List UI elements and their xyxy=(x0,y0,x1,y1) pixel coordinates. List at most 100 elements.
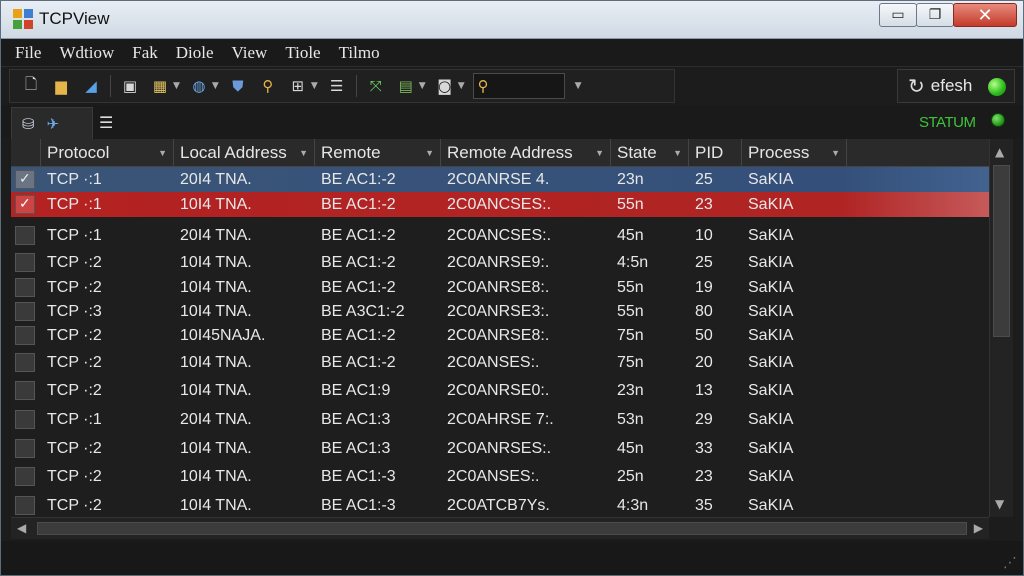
header-pid[interactable]: PID xyxy=(689,139,742,167)
window-title: TCPView xyxy=(39,9,110,28)
menu-view[interactable]: View xyxy=(232,43,268,63)
maximize-button[interactable]: ❐ xyxy=(916,3,954,27)
view-tab-bar: ⛁ ✈ ☰ STATUM xyxy=(1,105,1023,139)
list-view-icon[interactable]: ☰ xyxy=(99,113,113,132)
connections-table[interactable]: Protocol ▼ Local Address ▼ Remote ▼ Remote … xyxy=(11,139,989,517)
row-checkbox[interactable] xyxy=(15,326,35,345)
menu-file[interactable]: File xyxy=(15,43,41,63)
header-remote-address[interactable]: Remote Address ▼ xyxy=(441,139,611,167)
search-input[interactable]: ⚲ xyxy=(472,73,565,99)
cell-local: 20I4 TNA. xyxy=(180,410,252,428)
sort-arrow-icon[interactable]: ▼ xyxy=(158,148,167,158)
table-row[interactable]: TCP ·:3 10I4 TNA. BE A3C1:-2 2C0ANRSE3:. 55n… xyxy=(11,299,989,324)
cell-raddr: 2C0ANRSE3:. xyxy=(447,302,550,320)
scroll-down-icon[interactable]: ▼ xyxy=(995,497,1004,511)
title-bar[interactable]: TCPView ▭ ❐ ✕ xyxy=(1,1,1023,39)
cell-raddr: 2C0ANRSE8:. xyxy=(447,326,550,344)
tab-connections[interactable]: ⛁ ✈ xyxy=(11,107,93,139)
menu-tilmo[interactable]: Tilmo xyxy=(339,43,380,63)
table-row[interactable]: TCP ·:2 10I4 TNA. BE AC1:-2 2C0ANSES:. 75n 20… xyxy=(11,350,989,375)
app-window: TCPView ▭ ❐ ✕ File Wdtiow Fak Diole View… xyxy=(0,0,1024,576)
row-checkbox[interactable] xyxy=(15,278,35,297)
search-icon[interactable]: ⚲ xyxy=(257,75,279,97)
resize-grip-icon[interactable]: ⋰ xyxy=(1003,555,1017,571)
magnify-icon[interactable]: ◍ xyxy=(188,75,210,97)
table-row[interactable]: TCP ·:2 10I4 TNA. BE AC1:9 2C0ANRSE0:. 23n 13… xyxy=(11,378,989,403)
grid-icon[interactable]: ▦ xyxy=(149,75,171,97)
search-dropdown-icon[interactable]: ▼ xyxy=(575,81,582,91)
row-checkbox[interactable] xyxy=(15,496,35,515)
menu-tiole[interactable]: Tiole xyxy=(285,43,320,63)
tools-icon[interactable]: ▤ xyxy=(395,75,417,97)
table-row[interactable]: TCP ·:2 10I4 TNA. BE AC1:-3 2C0ATCB7Ys. 4:3n… xyxy=(11,493,989,517)
cell-process: SaKIA xyxy=(748,439,794,457)
network-icon[interactable]: ⊞ xyxy=(287,75,309,97)
refresh-button[interactable]: ↻ efesh xyxy=(897,69,1015,103)
sort-arrow-icon[interactable]: ▼ xyxy=(831,148,840,158)
close-button[interactable]: ✕ xyxy=(953,3,1017,27)
scroll-right-icon[interactable]: ▶ xyxy=(974,521,983,535)
header-local-address[interactable]: Local Address ▼ xyxy=(174,139,315,167)
cell-pid: 10 xyxy=(695,226,713,244)
table-row[interactable]: TCP ·:2 10I4 TNA. BE AC1:-3 2C0ANSES:. 25n 23… xyxy=(11,464,989,489)
row-checkbox[interactable] xyxy=(15,439,35,458)
header-remote[interactable]: Remote ▼ xyxy=(315,139,441,167)
menu-diole[interactable]: Diole xyxy=(176,43,214,63)
sort-arrow-icon[interactable]: ▼ xyxy=(673,148,682,158)
new-file-icon[interactable]: 🗋 xyxy=(20,75,42,97)
lock-icon[interactable]: ⛊ xyxy=(227,75,249,97)
row-checkbox[interactable] xyxy=(15,467,35,486)
row-checkbox[interactable] xyxy=(15,302,35,321)
chevron-down-icon[interactable]: ▼ xyxy=(212,81,219,91)
sort-arrow-icon[interactable]: ▼ xyxy=(299,148,308,158)
cell-pid: 29 xyxy=(695,410,713,428)
vertical-scroll-thumb[interactable] xyxy=(993,165,1010,337)
share-icon[interactable]: ⤧ xyxy=(365,75,387,97)
menu-fak[interactable]: Fak xyxy=(132,43,158,63)
list-icon[interactable]: ☰ xyxy=(326,75,348,97)
header-state[interactable]: State ▼ xyxy=(611,139,689,167)
minimize-button[interactable]: ▭ xyxy=(879,3,917,27)
table-row[interactable]: TCP ·:2 10I4 TNA. BE AC1:-2 2C0ANRSE8:. 55n 1… xyxy=(11,275,989,300)
chevron-down-icon[interactable]: ▼ xyxy=(419,81,426,91)
row-checkbox[interactable] xyxy=(15,410,35,429)
vertical-scrollbar[interactable]: ▲ ▼ xyxy=(989,139,1013,517)
cell-remote: BE AC1:3 xyxy=(321,410,391,428)
horizontal-scrollbar[interactable]: ◀ ▶ xyxy=(11,517,989,539)
monitor-icon[interactable]: ◙ xyxy=(434,75,456,97)
table-row[interactable]: TCP ·:2 10I4 TNA. BE AC1:3 2C0ANRSES:. 45n 33… xyxy=(11,436,989,461)
menu-window[interactable]: Wdtiow xyxy=(59,43,114,63)
row-checkbox[interactable] xyxy=(15,226,35,245)
table-row[interactable]: TCP ·:1 10I4 TNA. BE AC1:-2 2C0ANCSES:. 55n 2… xyxy=(11,192,989,217)
save-icon[interactable]: ▣ xyxy=(119,75,141,97)
chevron-down-icon[interactable]: ▼ xyxy=(173,81,180,91)
table-row[interactable]: TCP ·:2 10I4 TNA. BE AC1:-2 2C0ANRSE9:. 4:5n… xyxy=(11,250,989,275)
header-process[interactable]: Process ▼ xyxy=(742,139,847,167)
sort-arrow-icon[interactable]: ▼ xyxy=(595,148,604,158)
cell-raddr: 2C0ANRSE0:. xyxy=(447,381,550,399)
table-row[interactable]: TCP ·:1 20I4 TNA. BE AC1:-2 2C0ANCSES:. 45n 1… xyxy=(11,223,989,248)
cell-protocol: TCP ·:2 xyxy=(47,253,102,271)
scroll-left-icon[interactable]: ◀ xyxy=(17,521,26,535)
cell-pid: 25 xyxy=(695,170,713,188)
chevron-down-icon[interactable]: ▼ xyxy=(458,81,465,91)
sort-arrow-icon[interactable]: ▼ xyxy=(425,148,434,158)
pen-icon[interactable]: ◢ xyxy=(80,75,102,97)
cell-process: SaKIA xyxy=(748,467,794,485)
table-row[interactable]: TCP ·:1 20I4 TNA. BE AC1:3 2C0AHRSE 7:. 53n 2… xyxy=(11,407,989,432)
table-row[interactable]: TCP ·:1 20I4 TNA. BE AC1:-2 2C0ANRSE 4. 23n 2… xyxy=(11,167,989,192)
header-protocol[interactable]: Protocol ▼ xyxy=(41,139,174,167)
row-checkbox[interactable] xyxy=(15,381,35,400)
table-row[interactable]: TCP ·:2 10I45NAJA. BE AC1:-2 2C0ANRSE8:. 75n… xyxy=(11,323,989,348)
chevron-down-icon[interactable]: ▼ xyxy=(311,81,318,91)
cell-pid: 33 xyxy=(695,439,713,457)
cell-local: 10I4 TNA. xyxy=(180,439,252,457)
scroll-up-icon[interactable]: ▲ xyxy=(995,145,1004,159)
row-checkbox[interactable] xyxy=(15,195,35,214)
folder-icon[interactable]: ▆ xyxy=(50,75,72,97)
horizontal-scroll-thumb[interactable] xyxy=(37,522,967,535)
row-checkbox[interactable] xyxy=(15,353,35,372)
row-checkbox[interactable] xyxy=(15,170,35,189)
cell-pid: 80 xyxy=(695,302,713,320)
row-checkbox[interactable] xyxy=(15,253,35,272)
